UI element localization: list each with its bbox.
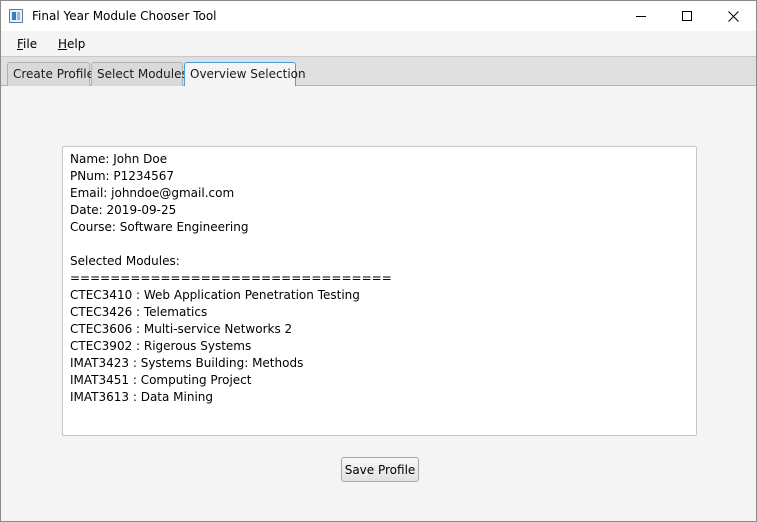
close-button[interactable]	[710, 1, 756, 31]
minimize-button[interactable]	[618, 1, 664, 31]
overview-line: CTEC3410 : Web Application Penetration T…	[70, 288, 360, 302]
app-window-icon	[9, 9, 23, 23]
overview-line: CTEC3902 : Rigerous Systems	[70, 339, 252, 353]
tab-overview-selection[interactable]: Overview Selection	[184, 62, 306, 87]
tab-bar: Create Profile Select Modules Overview S…	[1, 57, 756, 87]
menu-file[interactable]: File	[17, 37, 37, 51]
menu-file-label: ile	[23, 37, 38, 51]
overview-line: CTEC3426 : Telematics	[70, 305, 208, 319]
close-icon	[727, 10, 739, 22]
menu-help-mnemonic: H	[58, 37, 68, 51]
overview-line: ================================	[70, 271, 392, 285]
menu-help-label: elp	[67, 37, 86, 51]
tab-select-modules[interactable]: Select Modules	[91, 62, 188, 86]
overview-line: IMAT3613 : Data Mining	[70, 390, 214, 404]
save-profile-button[interactable]: Save Profile	[341, 457, 419, 482]
minimize-icon	[636, 15, 646, 17]
overview-panel: Name: John Doe PNum: P1234567 Email: johnd…	[1, 86, 756, 521]
maximize-icon	[682, 11, 692, 21]
overview-line: Name: John Doe	[70, 152, 168, 166]
overview-line: IMAT3423 : Systems Building: Methods	[70, 356, 304, 370]
overview-line: Date: 2019-09-25	[70, 203, 177, 217]
menu-bar: File Help	[1, 31, 756, 57]
menu-help[interactable]: Help	[58, 37, 85, 51]
overview-line: Selected Modules:	[70, 254, 180, 268]
overview-line: PNum: P1234567	[70, 169, 175, 183]
app-window: Final Year Module Chooser Tool File Help…	[0, 0, 757, 522]
title-bar[interactable]: Final Year Module Chooser Tool	[1, 1, 756, 31]
overview-line: Email: johndoe@gmail.com	[70, 186, 235, 200]
overview-line: Course: Software Engineering	[70, 220, 249, 234]
tab-create-profile[interactable]: Create Profile	[7, 62, 94, 86]
window-title: Final Year Module Chooser Tool	[32, 9, 217, 23]
overview-text-area[interactable]: Name: John Doe PNum: P1234567 Email: johnd…	[62, 146, 697, 436]
maximize-button[interactable]	[664, 1, 710, 31]
overview-line	[70, 236, 689, 253]
overview-line: IMAT3451 : Computing Project	[70, 373, 252, 387]
overview-line: CTEC3606 : Multi-service Networks 2	[70, 322, 293, 336]
